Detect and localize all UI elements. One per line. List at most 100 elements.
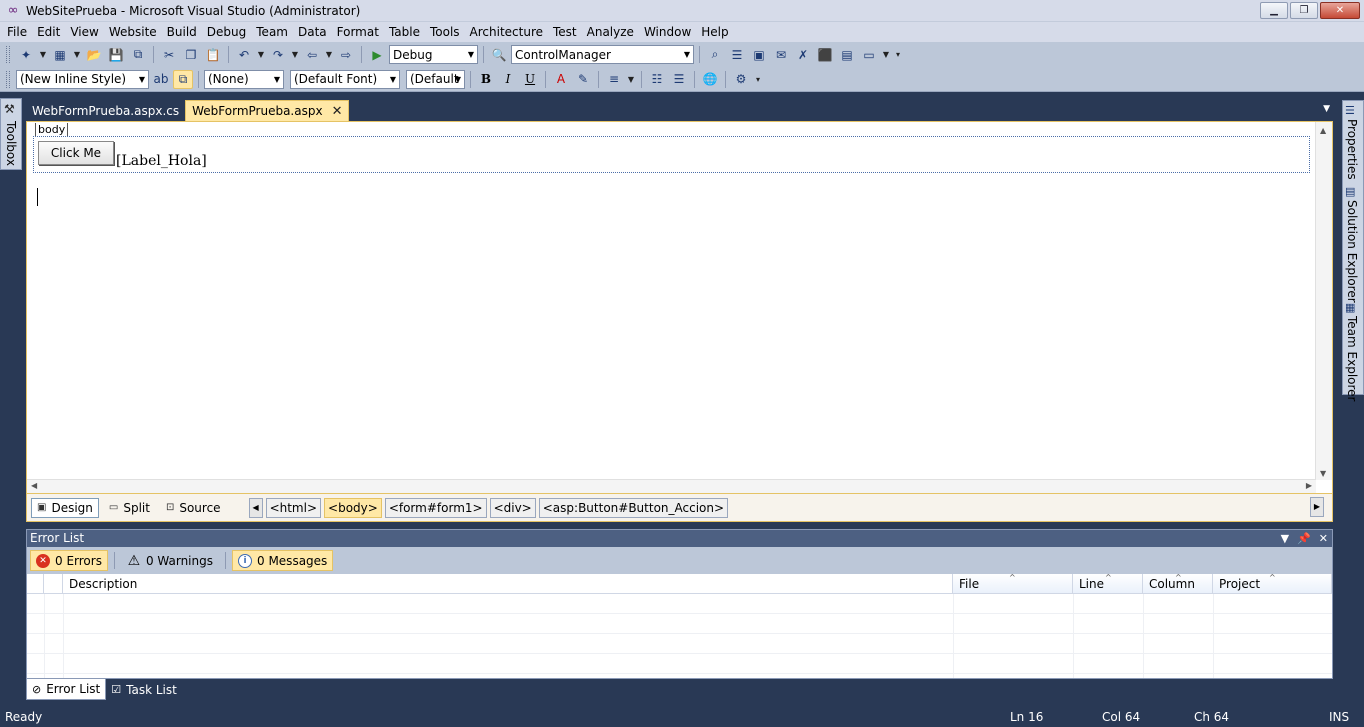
breadcrumb-html[interactable]: <html>: [265, 497, 322, 518]
click-me-button[interactable]: Click Me: [38, 141, 114, 165]
menu-format[interactable]: Format: [332, 22, 384, 42]
paste-icon[interactable]: 📋: [203, 45, 223, 64]
new-project-icon[interactable]: ✦: [16, 45, 36, 64]
menu-help[interactable]: Help: [696, 22, 733, 42]
properties-tab[interactable]: ☰ Properties: [1345, 104, 1359, 183]
style-application-icon[interactable]: ab: [151, 70, 171, 89]
label-hola[interactable]: [Label_Hola]: [116, 153, 207, 169]
toolbar-overflow-icon[interactable]: ▾: [753, 70, 763, 89]
column-header-line[interactable]: Line ^: [1073, 573, 1143, 594]
scroll-up-icon[interactable]: ▲: [1320, 126, 1326, 135]
block-format-combo[interactable]: (None) ▼: [204, 69, 284, 89]
menu-website[interactable]: Website: [104, 22, 162, 42]
toolbar-grip[interactable]: [6, 70, 10, 88]
pin-icon[interactable]: 📌: [1297, 530, 1311, 547]
breadcrumb-form[interactable]: <form#form1>: [384, 497, 487, 518]
horizontal-scrollbar[interactable]: ◀ ▶: [27, 479, 1316, 493]
menu-team[interactable]: Team: [251, 22, 293, 42]
warnings-filter-button[interactable]: ⚠ 0 Warnings: [121, 550, 219, 571]
close-button[interactable]: ✕: [1320, 2, 1360, 19]
redo-icon[interactable]: ↷: [268, 45, 288, 64]
menu-build[interactable]: Build: [162, 22, 202, 42]
save-icon[interactable]: 💾: [106, 45, 126, 64]
solution-explorer-icon[interactable]: ▤: [837, 45, 857, 64]
justify-icon[interactable]: ≡: [604, 70, 624, 89]
column-header-column[interactable]: Column ^: [1143, 573, 1213, 594]
dropdown-arrow-icon[interactable]: ▼: [290, 45, 300, 64]
style-builder-icon[interactable]: ⚙: [731, 70, 751, 89]
column-header-icon[interactable]: [27, 574, 44, 594]
column-header-file[interactable]: File ^: [953, 573, 1073, 594]
menu-table[interactable]: Table: [384, 22, 425, 42]
dropdown-arrow-icon[interactable]: ▼: [324, 45, 334, 64]
breadcrumb-body[interactable]: <body>: [324, 497, 382, 518]
tabs-dropdown-icon[interactable]: ▼: [1323, 104, 1330, 114]
dropdown-arrow-icon[interactable]: ▼: [72, 45, 82, 64]
toolbox-window-icon[interactable]: ✉: [771, 45, 791, 64]
tab-webformprueba-aspx[interactable]: WebFormPrueba.aspx ✕: [185, 100, 350, 121]
scroll-right-icon[interactable]: ▶: [1306, 481, 1312, 490]
cut-icon[interactable]: ✂: [159, 45, 179, 64]
vertical-scrollbar[interactable]: ▲ ▼: [1315, 122, 1332, 480]
add-item-icon[interactable]: ▦: [50, 45, 70, 64]
object-browser-icon[interactable]: ▣: [749, 45, 769, 64]
menu-data[interactable]: Data: [293, 22, 332, 42]
extension-manager-icon[interactable]: ✗: [793, 45, 813, 64]
find-combo[interactable]: ControlManager ▼: [511, 45, 694, 64]
div-container[interactable]: Click Me [Label_Hola]: [33, 136, 1310, 173]
hyperlink-icon[interactable]: 🌐: [700, 70, 720, 89]
font-size-combo[interactable]: (Default ▼: [406, 69, 465, 89]
design-surface[interactable]: body Click Me [Label_Hola] ▲ ▼ ◀ ▶: [26, 121, 1333, 494]
breadcrumb-left-icon[interactable]: ◀: [248, 497, 263, 518]
restore-button[interactable]: ❐: [1290, 2, 1318, 19]
tab-error-list[interactable]: ⊘ Error List: [26, 679, 107, 700]
dropdown-arrow-icon[interactable]: ▼: [38, 45, 48, 64]
menu-file[interactable]: File: [2, 22, 32, 42]
team-explorer-tab[interactable]: ▦ Team Explorer: [1345, 301, 1359, 405]
errors-filter-button[interactable]: ✕ 0 Errors: [30, 550, 108, 571]
menu-test[interactable]: Test: [548, 22, 582, 42]
close-tab-icon[interactable]: ✕: [332, 104, 343, 119]
target-rule-icon[interactable]: ⧉: [173, 69, 193, 89]
breadcrumb-right-icon[interactable]: ▶: [1310, 497, 1324, 517]
foreground-color-icon[interactable]: A: [551, 70, 571, 89]
font-name-combo[interactable]: (Default Font) ▼: [290, 69, 400, 89]
close-icon[interactable]: ✕: [1319, 530, 1328, 547]
column-header-project[interactable]: Project ^: [1213, 573, 1332, 594]
background-color-icon[interactable]: ✎: [573, 70, 593, 89]
split-view-button[interactable]: ▭ Split: [103, 498, 156, 518]
design-view-button[interactable]: ▣ Design: [31, 497, 99, 518]
tab-task-list[interactable]: ☑ Task List: [106, 679, 182, 700]
toolbar-grip[interactable]: [6, 46, 10, 63]
dropdown-arrow-icon[interactable]: ▼: [626, 70, 636, 89]
dropdown-arrow-icon[interactable]: ▼: [256, 45, 266, 64]
column-header-number[interactable]: [44, 574, 63, 594]
menu-tools[interactable]: Tools: [425, 22, 465, 42]
menu-view[interactable]: View: [65, 22, 103, 42]
toolbox-strip[interactable]: ⚒ Toolbox: [0, 98, 22, 170]
minimize-button[interactable]: ▁: [1260, 2, 1288, 19]
toolbar-overflow-icon[interactable]: ▾: [893, 45, 903, 64]
numbered-list-icon[interactable]: ☰: [669, 70, 689, 89]
column-header-description[interactable]: Description: [63, 574, 953, 594]
menu-architecture[interactable]: Architecture: [465, 22, 548, 42]
find-in-files-icon[interactable]: 🔍: [489, 45, 509, 64]
menu-window[interactable]: Window: [639, 22, 696, 42]
dropdown-arrow-icon[interactable]: ▼: [881, 45, 891, 64]
menu-debug[interactable]: Debug: [202, 22, 251, 42]
properties-window-icon[interactable]: ☰: [727, 45, 747, 64]
italic-button[interactable]: I: [498, 70, 518, 89]
menu-analyze[interactable]: Analyze: [582, 22, 639, 42]
scroll-down-icon[interactable]: ▼: [1320, 469, 1326, 478]
panel-dropdown-icon[interactable]: ▼: [1281, 530, 1289, 547]
start-debugging-icon[interactable]: ▶: [367, 45, 387, 64]
navigate-backward-icon[interactable]: ⇦: [302, 45, 322, 64]
breadcrumb-button[interactable]: <asp:Button#Button_Accion>: [538, 497, 729, 518]
source-view-button[interactable]: ⊡ Source: [160, 498, 227, 518]
tab-webformprueba-aspx-cs[interactable]: WebFormPrueba.aspx.cs: [26, 100, 185, 121]
navigate-forward-icon[interactable]: ⇨: [336, 45, 356, 64]
underline-button[interactable]: U: [520, 70, 540, 89]
style-combo[interactable]: (New Inline Style) ▼: [16, 69, 149, 89]
solution-configuration-combo[interactable]: Debug ▼: [389, 45, 478, 64]
save-all-icon[interactable]: ⧉: [128, 45, 148, 64]
